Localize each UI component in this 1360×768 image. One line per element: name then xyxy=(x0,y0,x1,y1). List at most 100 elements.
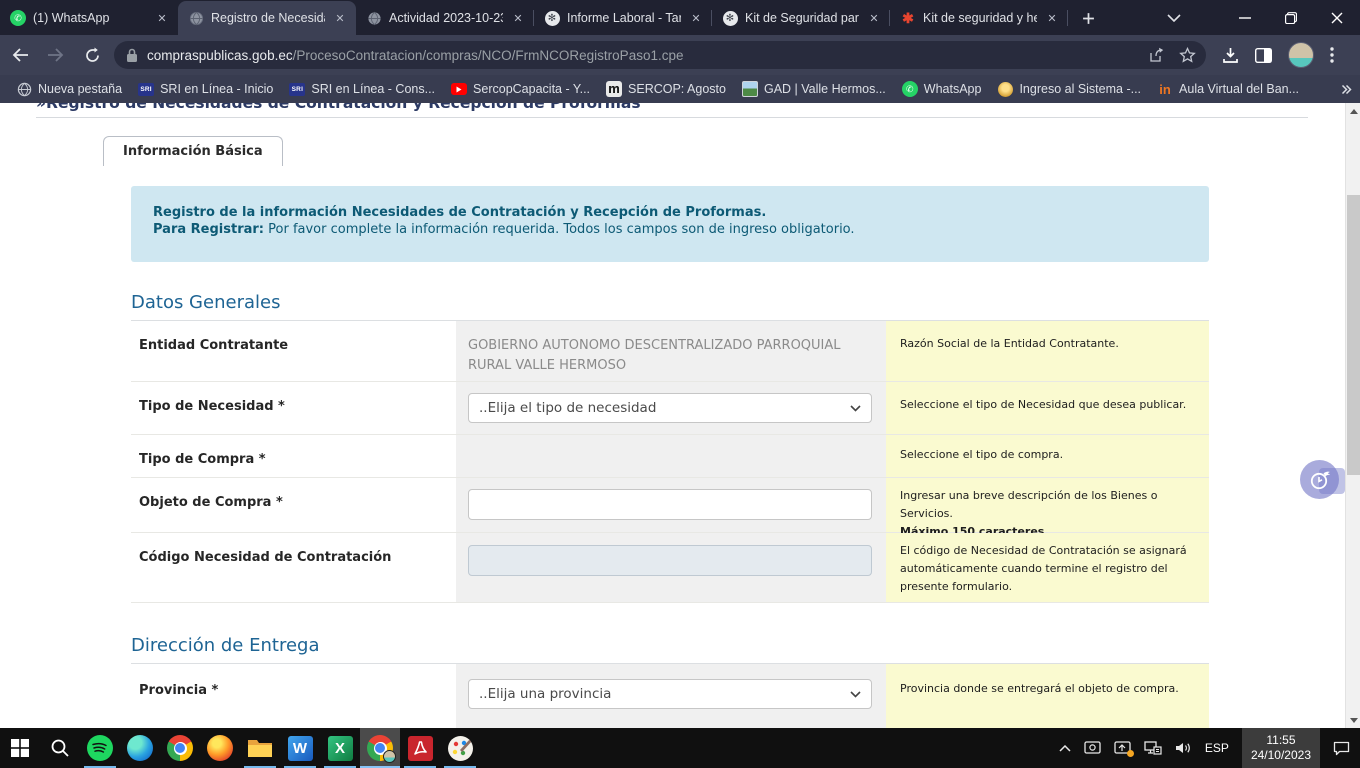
close-window-button[interactable] xyxy=(1314,0,1360,35)
share-icon[interactable] xyxy=(1149,47,1165,63)
bookmark-label: SRI en Línea - Inicio xyxy=(160,82,273,96)
close-icon[interactable]: ✕ xyxy=(1044,10,1060,26)
notification-dot xyxy=(1127,750,1134,757)
close-icon[interactable]: ✕ xyxy=(154,10,170,26)
bookmark-aula-virtual[interactable]: in Aula Virtual del Ban... xyxy=(1149,78,1307,100)
bookmark-label: GAD | Valle Hermos... xyxy=(764,82,886,96)
action-center-icon[interactable] xyxy=(1333,741,1350,756)
minimize-button[interactable] xyxy=(1222,0,1268,35)
cast-icon[interactable] xyxy=(1084,741,1101,755)
tab-title: (1) WhatsApp xyxy=(33,11,147,25)
tab-kit-seguridad-2[interactable]: ✱ Kit de seguridad y he ✕ xyxy=(890,1,1068,35)
start-button[interactable] xyxy=(0,728,40,768)
language-indicator[interactable]: ESP xyxy=(1205,741,1229,755)
bookmark-sri-inicio[interactable]: SRI SRI en Línea - Inicio xyxy=(130,78,281,100)
row-codigo-necesidad: Código Necesidad de Contratación El códi… xyxy=(131,533,1209,603)
tab-registro-active[interactable]: Registro de Necesida ✕ xyxy=(178,1,356,35)
taskbar-search-button[interactable] xyxy=(40,728,80,768)
reload-button[interactable] xyxy=(76,39,108,71)
bookmark-whatsapp[interactable]: ✆ WhatsApp xyxy=(894,78,990,100)
taskbar-firefox[interactable] xyxy=(200,728,240,768)
volume-icon[interactable] xyxy=(1175,741,1192,755)
tab-informe[interactable]: ✻ Informe Laboral - Tar ✕ xyxy=(534,1,712,35)
taskbar-clock[interactable]: 11:55 24/10/2023 xyxy=(1242,728,1320,768)
scroll-up-arrow[interactable] xyxy=(1346,103,1360,119)
tab-informacion-basica[interactable]: Información Básica xyxy=(103,136,283,166)
bookmark-sri-consultas[interactable]: SRI SRI en Línea - Cons... xyxy=(281,78,443,100)
back-button[interactable] xyxy=(4,39,36,71)
field-label: Tipo de Compra * xyxy=(139,452,266,467)
bookmark-label: Ingreso al Sistema -... xyxy=(1019,82,1141,96)
profile-avatar[interactable] xyxy=(1288,42,1314,68)
tab-search-chevron-icon[interactable] xyxy=(1144,0,1204,35)
screen-capture-icon[interactable] xyxy=(1114,741,1131,755)
form-datos-generales: Entidad Contratante GOBIERNO AUTONOMO DE… xyxy=(131,321,1209,603)
taskbar-chrome-active[interactable] xyxy=(360,728,400,768)
objeto-compra-input[interactable] xyxy=(468,489,872,520)
bookmarks-overflow-chevron-icon[interactable] xyxy=(1341,84,1352,95)
tab-title: Registro de Necesida xyxy=(211,11,325,25)
maximize-button[interactable] xyxy=(1268,0,1314,35)
close-icon[interactable]: ✕ xyxy=(688,10,704,26)
taskbar-spotify[interactable] xyxy=(80,728,120,768)
tab-title: Informe Laboral - Tar xyxy=(567,11,681,25)
row-tipo-compra: Tipo de Compra * Seleccione el tipo de c… xyxy=(131,435,1209,478)
close-icon[interactable]: ✕ xyxy=(332,10,348,26)
url-path: /ProcesoContratacion/compras/NCO/FrmNCOR… xyxy=(293,48,684,63)
profile-badge-icon xyxy=(383,750,396,763)
tray-chevron-up-icon[interactable] xyxy=(1059,745,1071,752)
chatgpt-icon: ✻ xyxy=(722,10,738,26)
new-tab-button[interactable] xyxy=(1074,4,1102,32)
lock-icon[interactable] xyxy=(126,48,138,63)
taskbar-edge[interactable] xyxy=(120,728,160,768)
tab-title: Actividad 2023-10-23 xyxy=(389,11,503,25)
taskbar-paint[interactable] xyxy=(440,728,480,768)
date: 24/10/2023 xyxy=(1251,748,1311,763)
address-bar[interactable]: compraspublicas.gob.ec/ProcesoContrataci… xyxy=(114,41,1206,69)
tab-actividad[interactable]: Actividad 2023-10-23 ✕ xyxy=(356,1,534,35)
page-scrollbar[interactable] xyxy=(1345,103,1360,728)
field-label: Entidad Contratante xyxy=(139,338,288,353)
taskbar-excel[interactable]: X xyxy=(320,728,360,768)
section-title-datos-generales: Datos Generales xyxy=(131,292,280,313)
url-text: compraspublicas.gob.ec/ProcesoContrataci… xyxy=(147,48,1141,63)
chatgpt-icon: ✻ xyxy=(544,10,560,26)
taskbar-word[interactable]: W xyxy=(280,728,320,768)
bookmark-sercop-agosto[interactable]: m SERCOP: Agosto xyxy=(598,78,734,100)
scroll-down-arrow[interactable] xyxy=(1346,712,1360,728)
bookmark-nueva-pestana[interactable]: Nueva pestaña xyxy=(8,78,130,100)
taskbar-acrobat[interactable] xyxy=(400,728,440,768)
paint-palette-icon xyxy=(448,736,473,761)
network-icon[interactable] xyxy=(1144,741,1162,755)
close-icon[interactable]: ✕ xyxy=(866,10,882,26)
menu-dots-icon[interactable] xyxy=(1330,47,1334,63)
side-panel-icon[interactable] xyxy=(1255,48,1272,63)
excel-icon: X xyxy=(328,736,353,761)
system-tray: ESP 11:55 24/10/2023 xyxy=(1059,728,1360,768)
forward-button xyxy=(40,39,72,71)
scrollbar-thumb[interactable] xyxy=(1347,195,1360,475)
bookmark-label: SercopCapacita - Y... xyxy=(473,82,590,96)
tab-kit-seguridad-1[interactable]: ✻ Kit de Seguridad para ✕ xyxy=(712,1,890,35)
taskbar-file-explorer[interactable] xyxy=(240,728,280,768)
row-provincia: Provincia * ..Elija una provincia Provin… xyxy=(131,664,1209,728)
download-icon[interactable] xyxy=(1222,47,1239,64)
info-line-1: Registro de la información Necesidades d… xyxy=(153,204,1187,221)
tab-whatsapp[interactable]: ✆ (1) WhatsApp ✕ xyxy=(0,1,178,35)
taskbar-chrome[interactable] xyxy=(160,728,200,768)
info-message-box: Registro de la información Necesidades d… xyxy=(131,186,1209,262)
sri-icon: SRI xyxy=(289,81,305,97)
provincia-select[interactable]: ..Elija una provincia xyxy=(468,679,872,709)
bookmark-label: SERCOP: Agosto xyxy=(628,82,726,96)
page-title: »Registro de Necesidades de Contratación… xyxy=(36,103,1306,112)
close-icon[interactable]: ✕ xyxy=(510,10,526,26)
globe-icon xyxy=(366,10,382,26)
bookmark-star-icon[interactable] xyxy=(1179,47,1196,64)
tipo-necesidad-select[interactable]: ..Elija el tipo de necesidad xyxy=(468,393,872,423)
spotify-icon xyxy=(87,735,113,761)
timer-extension-button[interactable] xyxy=(1300,460,1339,499)
bookmark-sercopcapacita[interactable]: SercopCapacita - Y... xyxy=(443,78,598,100)
bookmarks-bar: Nueva pestaña SRI SRI en Línea - Inicio … xyxy=(0,75,1360,103)
bookmark-ingreso-sistema[interactable]: Ingreso al Sistema -... xyxy=(989,78,1149,100)
bookmark-gad-valle-hermoso[interactable]: GAD | Valle Hermos... xyxy=(734,78,894,100)
